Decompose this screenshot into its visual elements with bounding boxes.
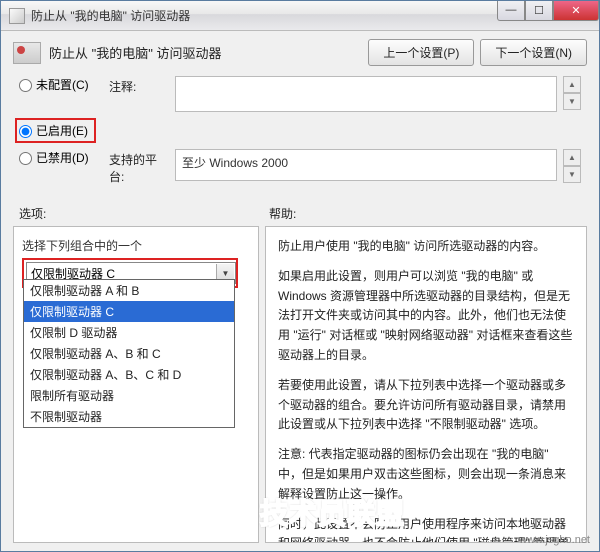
help-paragraph: 如果启用此设置，则用户可以浏览 "我的电脑" 或 Windows 资源管理器中所… <box>278 267 574 366</box>
radio-disabled-input[interactable] <box>19 152 32 165</box>
policy-icon <box>13 42 41 64</box>
radio-enabled-label: 已启用(E) <box>36 122 88 139</box>
radio-enabled-highlight: 已启用(E) <box>15 118 96 143</box>
window-title: 防止从 "我的电脑" 访问驱动器 <box>31 7 497 24</box>
watermark-url: www.jsgho.net <box>519 534 590 546</box>
dropdown-item[interactable]: 不限制驱动器 <box>24 406 234 427</box>
dropdown-item[interactable]: 仅限制 D 驱动器 <box>24 322 234 343</box>
minimize-button[interactable]: — <box>497 1 525 21</box>
dropdown-item-selected[interactable]: 仅限制驱动器 C <box>24 301 234 322</box>
help-paragraph: 若要使用此设置，请从下拉列表中选择一个驱动器或多个驱动器的组合。要允许访问所有驱… <box>278 376 574 435</box>
drive-dropdown: 仅限制驱动器 A 和 B 仅限制驱动器 C 仅限制 D 驱动器 仅限制驱动器 A… <box>23 279 235 428</box>
radio-disabled-label: 已禁用(D) <box>36 149 89 166</box>
help-section-label: 帮助: <box>269 205 296 222</box>
nav-buttons: 上一个设置(P) 下一个设置(N) <box>368 39 587 66</box>
state-section: 未配置(C) 注释: ▲ ▼ 已启用(E) 已禁用 <box>1 72 599 191</box>
comment-scroll: ▲ ▼ <box>563 76 581 110</box>
scroll-up-button[interactable]: ▲ <box>563 149 581 166</box>
help-paragraph: 防止用户使用 "我的电脑" 访问所选驱动器的内容。 <box>278 237 574 257</box>
scroll-up-button[interactable]: ▲ <box>563 76 581 93</box>
radio-not-configured-label: 未配置(C) <box>36 76 89 93</box>
next-setting-button[interactable]: 下一个设置(N) <box>480 39 587 66</box>
header-row: 防止从 "我的电脑" 访问驱动器 上一个设置(P) 下一个设置(N) <box>1 31 599 72</box>
comment-label: 注释: <box>109 76 169 95</box>
window-controls: — ☐ ✕ <box>497 1 599 21</box>
dropdown-item[interactable]: 仅限制驱动器 A 和 B <box>24 280 234 301</box>
scroll-down-button[interactable]: ▼ <box>563 93 581 110</box>
dropdown-item[interactable]: 限制所有驱动器 <box>24 385 234 406</box>
platform-scroll: ▲ ▼ <box>563 149 581 183</box>
radio-disabled[interactable]: 已禁用(D) <box>19 149 109 166</box>
dropdown-item[interactable]: 仅限制驱动器 A、B、C 和 D <box>24 364 234 385</box>
page-title: 防止从 "我的电脑" 访问驱动器 <box>49 43 360 62</box>
radio-enabled-input[interactable] <box>19 125 32 138</box>
combo-caption: 选择下列组合中的一个 <box>22 237 250 254</box>
platform-value: 至少 Windows 2000 <box>175 149 557 181</box>
watermark-brand: 技术员联盟 <box>260 492 405 532</box>
section-labels: 选项: 帮助: <box>1 191 599 226</box>
options-panel: 选择下列组合中的一个 仅限制驱动器 C ▼ 仅限制驱动器 A 和 B 仅限制驱动… <box>13 226 259 543</box>
options-section-label: 选项: <box>19 205 269 222</box>
comment-textarea[interactable] <box>175 76 557 112</box>
dropdown-item[interactable]: 仅限制驱动器 A、B 和 C <box>24 343 234 364</box>
prev-setting-button[interactable]: 上一个设置(P) <box>368 39 474 66</box>
dialog-window: 防止从 "我的电脑" 访问驱动器 — ☐ ✕ 防止从 "我的电脑" 访问驱动器 … <box>0 0 600 552</box>
platform-label: 支持的平台: <box>109 149 169 185</box>
radio-enabled[interactable]: 已启用(E) <box>19 122 88 139</box>
radio-not-configured[interactable]: 未配置(C) <box>19 76 109 93</box>
app-icon <box>9 8 25 24</box>
maximize-button[interactable]: ☐ <box>525 1 553 21</box>
close-button[interactable]: ✕ <box>553 1 599 21</box>
scroll-down-button[interactable]: ▼ <box>563 166 581 183</box>
titlebar: 防止从 "我的电脑" 访问驱动器 — ☐ ✕ <box>1 1 599 31</box>
radio-not-configured-input[interactable] <box>19 79 32 92</box>
